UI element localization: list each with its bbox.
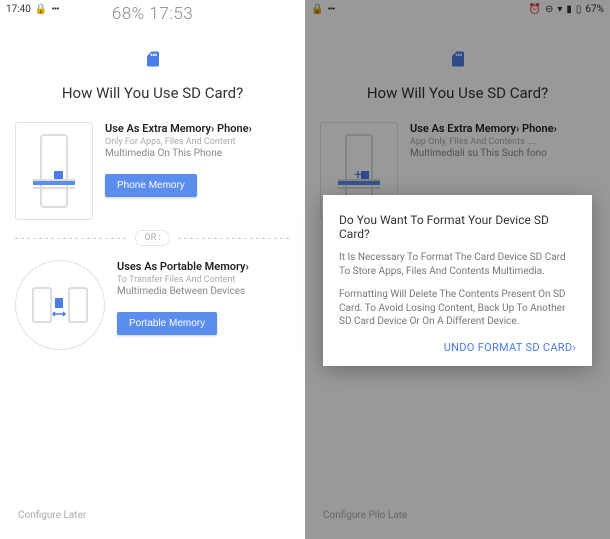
opt1-desc: Multimedia On This Phone bbox=[105, 148, 290, 159]
center-clock: 68% 17:53 bbox=[112, 4, 193, 24]
opt2-desc: Multimedia Between Devices bbox=[117, 286, 290, 297]
portable-memory-button[interactable]: Portable Memory bbox=[117, 312, 217, 335]
status-time: 17:40 bbox=[6, 4, 31, 15]
opt1-title: Use As Extra Memory› Phone› bbox=[105, 122, 290, 135]
opt2-sub: To Transfer Files And Content bbox=[117, 275, 290, 285]
portable-memory-icon bbox=[15, 260, 105, 350]
more-icon: ••• bbox=[51, 4, 58, 15]
phone-memory-icon bbox=[15, 122, 93, 220]
format-dialog: Do You Want To Format Your Device SD Car… bbox=[323, 195, 592, 366]
sd-card-icon bbox=[144, 50, 162, 72]
configure-later-link[interactable]: Configure Later bbox=[18, 510, 86, 521]
dialog-text-2: Formatting Will Delete The Contents Pres… bbox=[339, 288, 576, 329]
option-phone-memory: Use As Extra Memory› Phone› Only For App… bbox=[15, 122, 290, 220]
opt2-title: Uses As Portable Memory› bbox=[117, 260, 290, 273]
phone-memory-button[interactable]: Phone Memory bbox=[105, 174, 197, 197]
screen-right: 🔒 ••• ⏰ ⊖ ▾ ▮ ▯ 67% How Will You Use SD … bbox=[305, 0, 610, 539]
or-text: OR : bbox=[135, 230, 169, 246]
or-divider: OR : bbox=[15, 230, 290, 246]
opt1-sub: Only For Apps, Files And Content bbox=[105, 137, 290, 147]
dialog-title: Do You Want To Format Your Device SD Car… bbox=[339, 213, 576, 241]
undo-format-button[interactable]: UNDO FORMAT SD CARD› bbox=[339, 341, 576, 354]
screen-left: 17:40 🔒 ••• 68% 17:53 How Will You Use S… bbox=[0, 0, 305, 539]
content: How Will You Use SD Card? Use As Extra M… bbox=[0, 18, 305, 370]
option-portable-memory: Uses As Portable Memory› To Transfer Fil… bbox=[15, 260, 290, 350]
dialog-text-1: It Is Necessary To Format The Card Devic… bbox=[339, 251, 576, 278]
page-title: How Will You Use SD Card? bbox=[15, 84, 290, 102]
lock-icon: 🔒 bbox=[35, 4, 47, 15]
